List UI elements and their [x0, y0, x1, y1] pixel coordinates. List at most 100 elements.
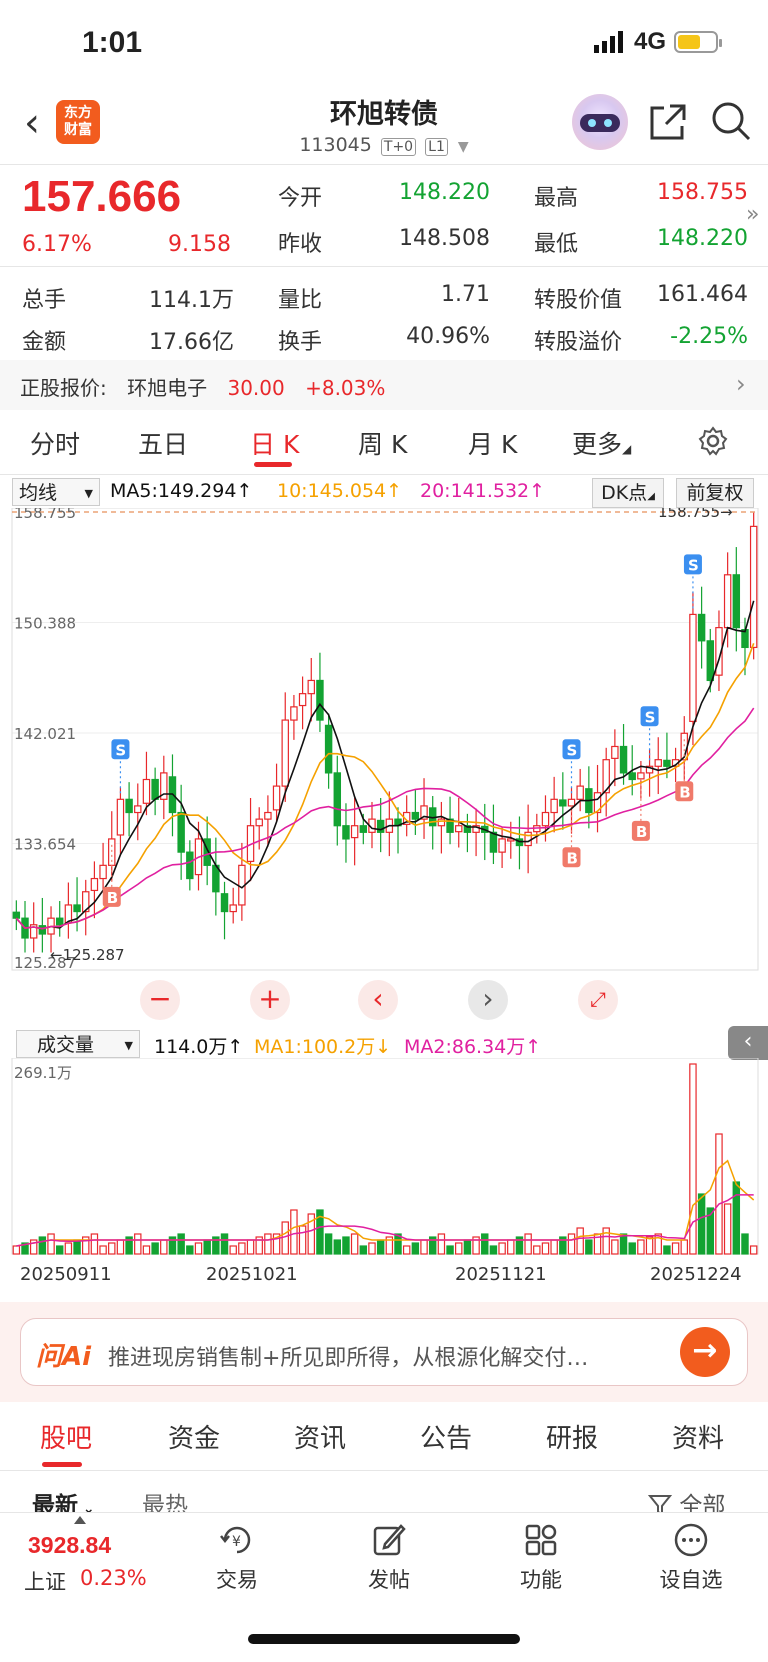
nav-functions[interactable]: 功能 — [496, 1522, 586, 1594]
tab-news[interactable]: 资讯 — [294, 1418, 346, 1455]
tab-forum[interactable]: 股吧 — [40, 1418, 92, 1455]
nav-trade[interactable]: ¥ 交易 — [192, 1522, 282, 1594]
share-icon[interactable] — [648, 102, 688, 142]
index-value[interactable]: 3928.84 — [28, 1532, 111, 1559]
adjust-button[interactable]: 前复权 — [676, 478, 754, 508]
ma20-label: 20:141.532↑ — [420, 480, 546, 502]
tab-profile[interactable]: 资料 — [672, 1418, 724, 1455]
indicator-selector-label: 均线 — [19, 482, 58, 504]
search-icon[interactable] — [710, 100, 752, 142]
tab-intraday[interactable]: 分时 — [30, 425, 80, 461]
volume-bar — [611, 1239, 619, 1255]
volume-bar — [498, 1242, 506, 1255]
chart-frame — [11, 508, 759, 971]
expand-quote-icon[interactable]: » — [746, 202, 759, 227]
volume-label: 总手 — [22, 288, 67, 313]
amount-value: 17.66亿 — [149, 330, 234, 355]
tab-weekly-k[interactable]: 周 K — [358, 425, 407, 461]
tab-more-label: 更多 — [572, 430, 623, 459]
volume-bar — [324, 1233, 333, 1255]
candle-body — [706, 640, 715, 682]
volume-ma2-label: MA2:86.34万↑ — [404, 1036, 542, 1058]
battery-icon — [674, 31, 722, 53]
volume-bar — [507, 1239, 515, 1255]
tab-research[interactable]: 研报 — [546, 1418, 598, 1455]
dk-point-label: DK点 — [601, 482, 648, 504]
volume-bar — [342, 1236, 350, 1255]
scroll-right-button[interactable]: › — [468, 980, 508, 1020]
volume-bar — [489, 1245, 498, 1255]
volume-bar — [264, 1233, 272, 1255]
volume-bar — [732, 1181, 741, 1255]
volume-bar — [203, 1239, 211, 1255]
turnover-label: 换手 — [278, 330, 323, 355]
candle-body — [350, 825, 359, 839]
high-label: 最高 — [534, 186, 579, 211]
change-percent: 6.17% — [22, 232, 92, 257]
volume-bar — [177, 1233, 185, 1255]
gear-icon[interactable] — [698, 426, 728, 456]
dk-point-button[interactable]: DK点◢ — [592, 478, 664, 508]
scroll-left-button[interactable]: ‹ — [358, 980, 398, 1020]
volume-bar — [437, 1233, 446, 1255]
nav-functions-label: 功能 — [520, 1568, 562, 1592]
chevron-down-icon[interactable]: ▼ — [458, 139, 469, 155]
candle-body — [437, 818, 446, 827]
candlestick-chart[interactable]: SBSBSBSB 158.755150.388142.021133.654125… — [0, 508, 768, 1023]
signal-marker-label: B — [679, 783, 690, 801]
tab-monthly-k[interactable]: 月 K — [468, 425, 517, 461]
collapse-panel-button[interactable]: ‹ — [728, 1026, 768, 1060]
status-time: 1:01 — [82, 26, 143, 59]
ai-prompt-text[interactable]: 推进现房销售制+所见即所得，从根源化解交付… — [108, 1340, 668, 1372]
candle-body — [498, 838, 506, 853]
ai-logo: 问Ai — [36, 1342, 92, 1372]
ai-submit-button[interactable]: → — [680, 1327, 730, 1377]
chevron-right-icon[interactable]: › — [736, 370, 746, 398]
tab-five-day[interactable]: 五日 — [138, 425, 188, 461]
tab-funds[interactable]: 资金 — [168, 1418, 220, 1455]
indicator-selector[interactable]: 均线 ▼ — [12, 478, 100, 506]
signal-marker-label: S — [645, 708, 656, 726]
volume-bar — [602, 1227, 610, 1255]
volume-bar — [73, 1239, 81, 1255]
tab-more[interactable]: 更多◢ — [572, 425, 631, 461]
candle-body — [732, 574, 741, 629]
volume-selector[interactable]: 成交量 ▼ — [16, 1030, 140, 1058]
volume-bar — [134, 1233, 142, 1255]
volume-bar — [420, 1239, 428, 1255]
volume-bar — [12, 1245, 21, 1255]
nav-add-watchlist-label: 设自选 — [659, 1568, 723, 1592]
trade-icon: ¥ — [220, 1526, 251, 1554]
header-divider — [0, 164, 768, 165]
volume-bar — [368, 1242, 376, 1255]
candle-body — [116, 798, 125, 836]
candle-body — [264, 811, 272, 820]
min-price-label: ←125.287 — [50, 946, 125, 964]
candle-body — [186, 851, 194, 880]
volume-bar — [585, 1239, 593, 1255]
nav-add-watchlist[interactable]: 设自选 — [646, 1522, 736, 1594]
tab-daily-k[interactable]: 日 K — [250, 425, 299, 461]
prev-close-value: 148.508 — [399, 226, 490, 251]
tab-announcements[interactable]: 公告 — [420, 1418, 472, 1455]
signal-marker-label: S — [115, 741, 126, 759]
volume-ratio-label: 量比 — [278, 288, 323, 313]
signal-marker-label: B — [567, 849, 578, 867]
zoom-out-button[interactable]: − — [140, 980, 180, 1020]
volume-bar — [402, 1245, 411, 1255]
more-icon — [674, 1523, 708, 1557]
volume-bar — [446, 1245, 454, 1255]
candle-body — [359, 825, 368, 833]
fullscreen-icon[interactable]: ⤢ — [578, 980, 618, 1020]
nav-post[interactable]: 发帖 — [344, 1522, 434, 1594]
volume-bar — [567, 1233, 576, 1255]
volume-bar — [238, 1242, 246, 1255]
candle-body — [90, 877, 99, 892]
candle-body — [619, 745, 628, 774]
zoom-in-button[interactable]: + — [250, 980, 290, 1020]
volume-chart: 269.1万 — [11, 1058, 759, 1255]
volume-bar — [55, 1245, 64, 1255]
volume-bar — [281, 1221, 289, 1255]
ai-assistant-icon[interactable] — [572, 94, 628, 150]
volume-bar — [99, 1245, 107, 1255]
